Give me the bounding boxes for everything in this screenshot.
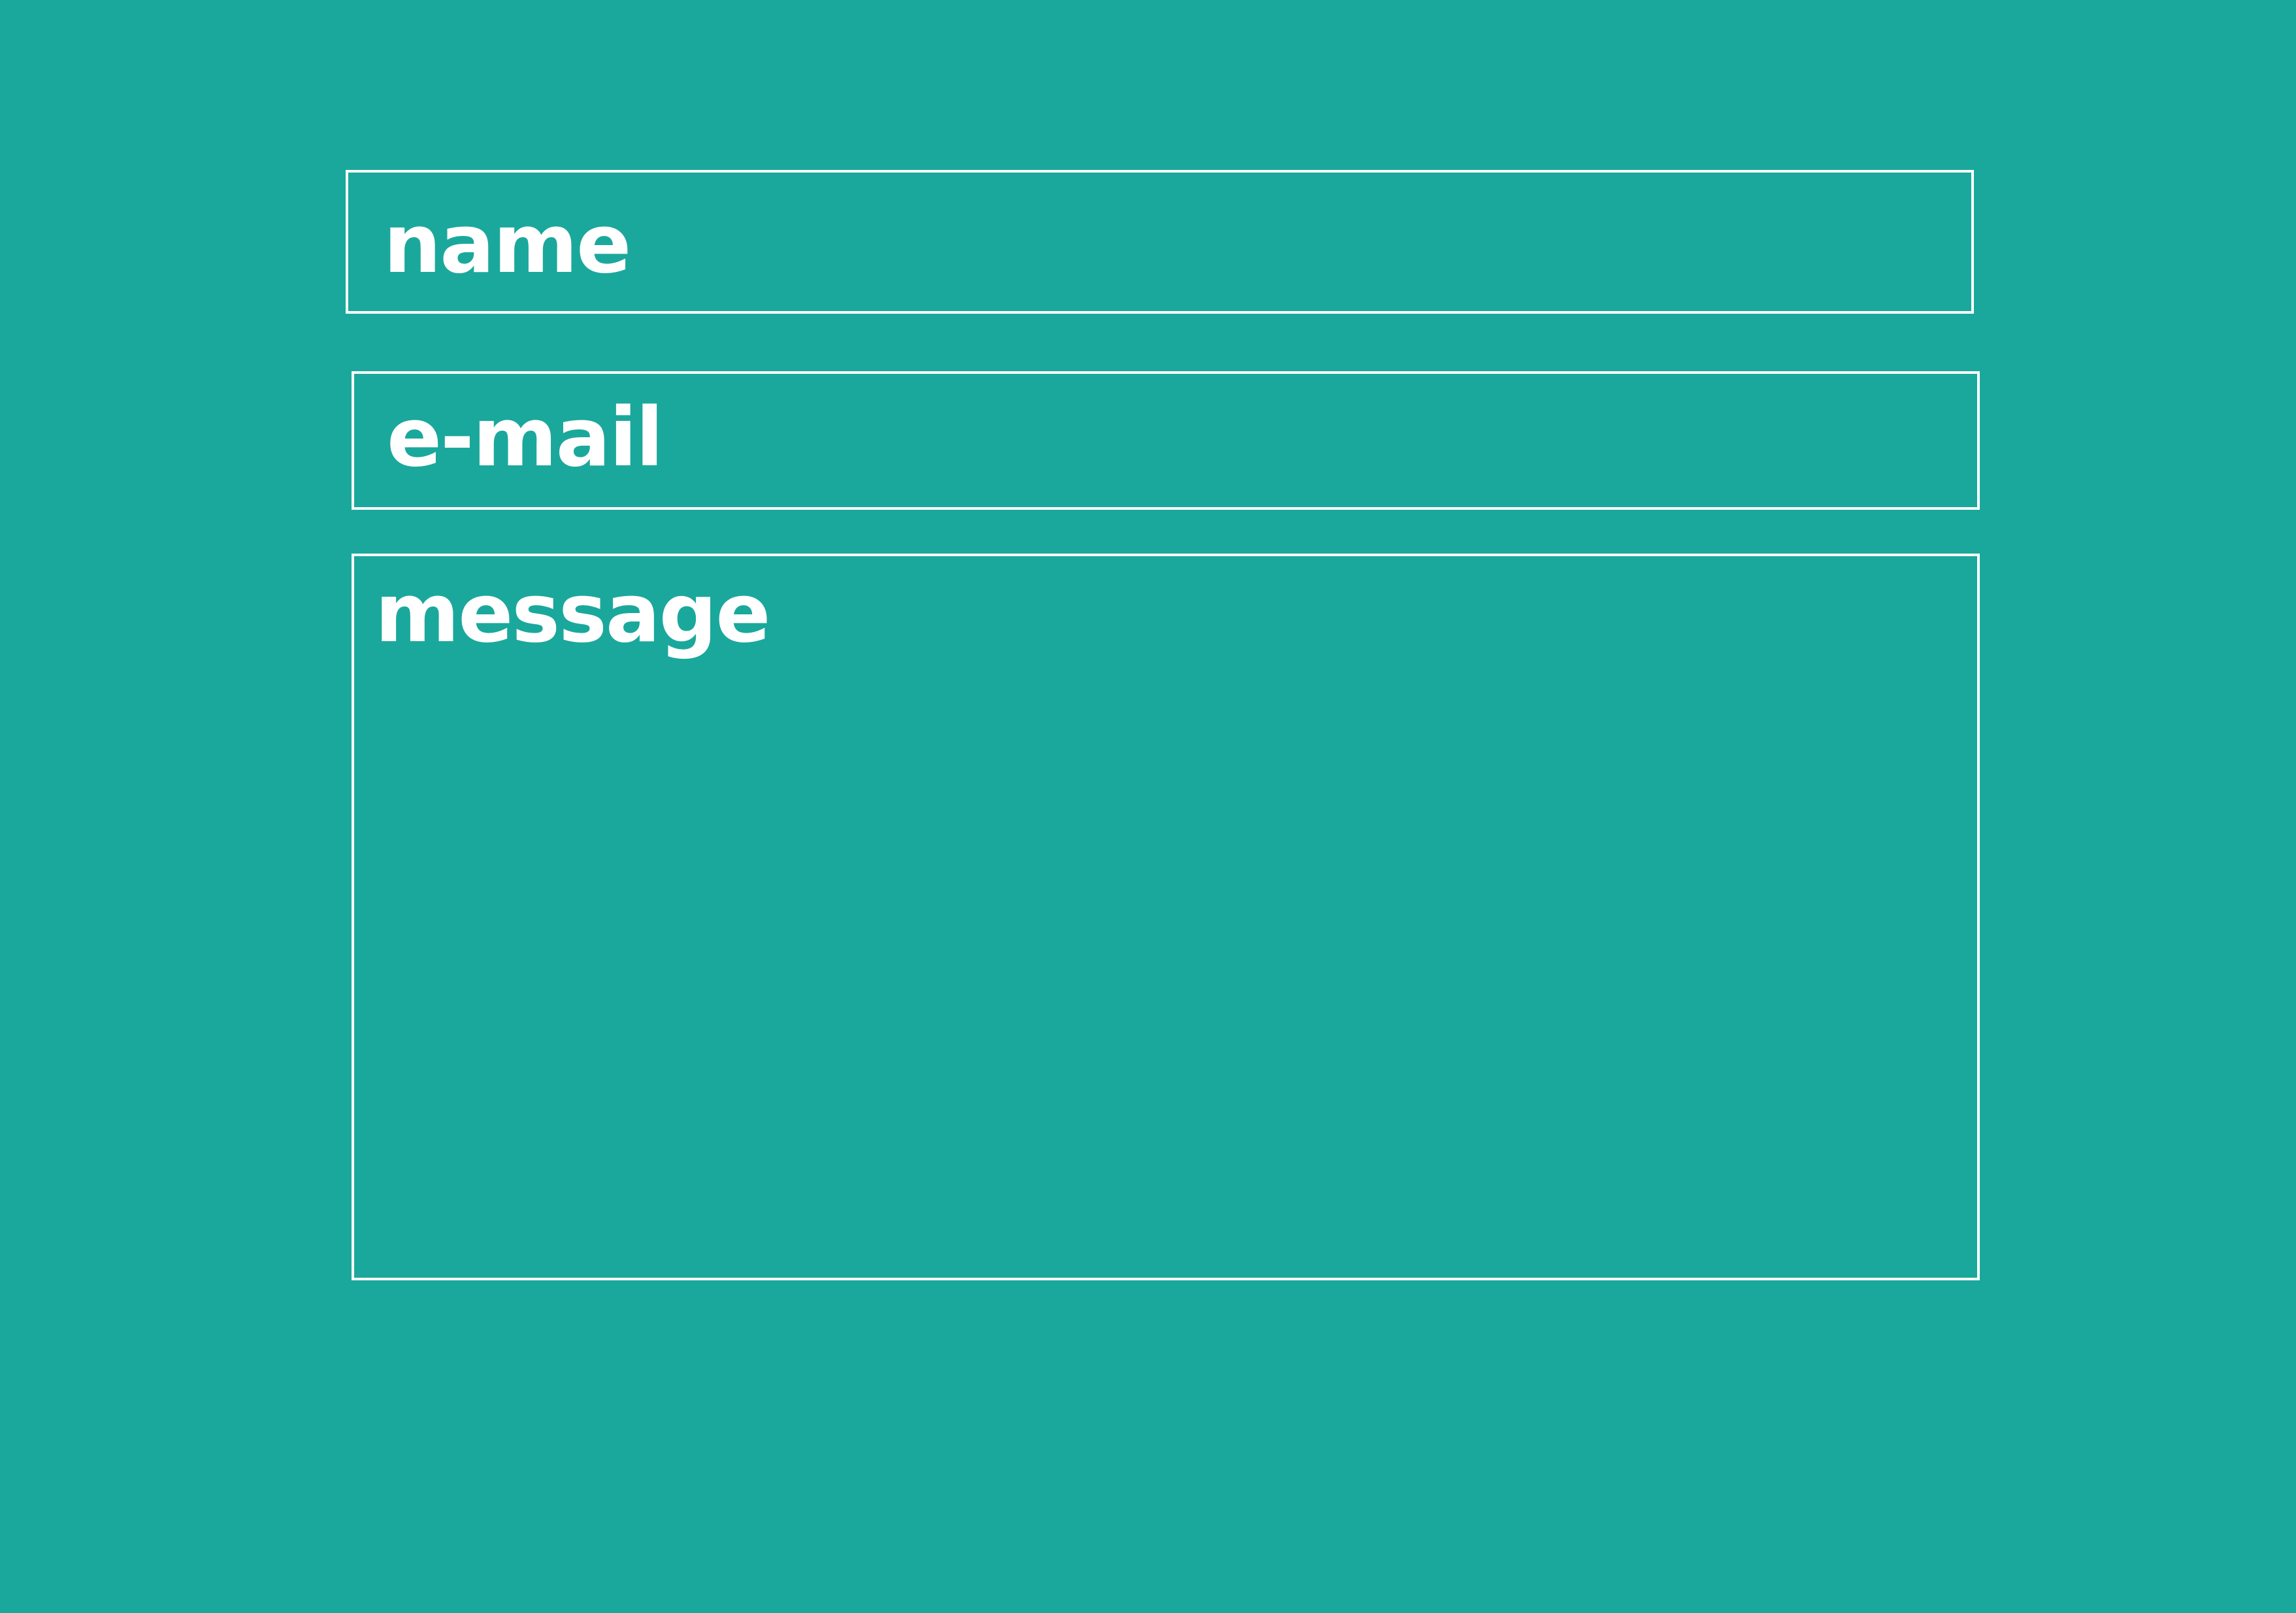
- name-field[interactable]: name: [346, 170, 1974, 314]
- message-placeholder: message: [375, 567, 770, 661]
- email-field[interactable]: e-mail: [352, 371, 1980, 510]
- email-placeholder: e-mail: [387, 391, 663, 485]
- contact-form-page: name e-mail message: [0, 0, 2296, 1613]
- name-placeholder: name: [384, 197, 631, 291]
- message-textarea[interactable]: message: [352, 554, 1980, 1280]
